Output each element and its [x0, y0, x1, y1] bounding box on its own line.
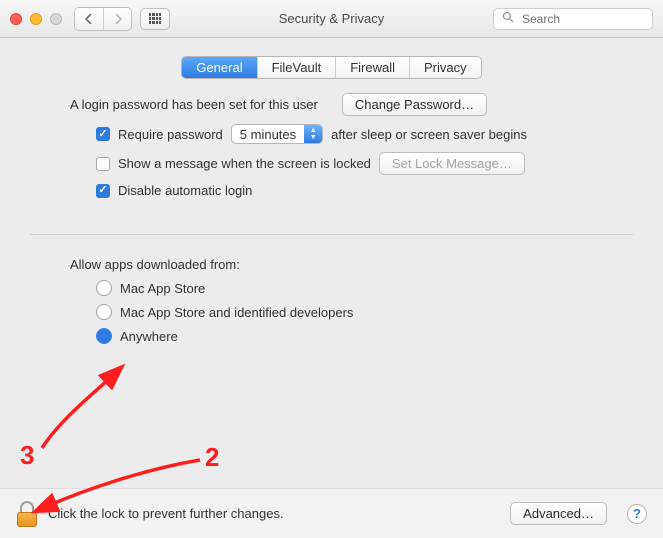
- stepper-icon: ▲▼: [304, 125, 322, 143]
- require-password-checkbox[interactable]: [96, 127, 110, 141]
- tab-firewall[interactable]: Firewall: [335, 57, 409, 78]
- show-message-label: Show a message when the screen is locked: [118, 156, 371, 171]
- annotation-number-2: 2: [205, 442, 219, 473]
- tab-general[interactable]: General: [182, 57, 256, 78]
- help-button[interactable]: ?: [627, 504, 647, 524]
- search-input[interactable]: [520, 11, 644, 27]
- lock-icon[interactable]: [16, 501, 38, 527]
- disable-auto-login-checkbox[interactable]: [96, 184, 110, 198]
- allow-apps-heading: Allow apps downloaded from:: [70, 257, 240, 272]
- window-title: Security & Privacy: [279, 11, 384, 26]
- window-titlebar: Security & Privacy: [0, 0, 663, 38]
- section-divider: [30, 234, 633, 235]
- radio-anywhere[interactable]: [96, 328, 112, 344]
- show-all-button[interactable]: [140, 8, 170, 30]
- search-field[interactable]: [493, 8, 653, 30]
- radio-identified-developers-label: Mac App Store and identified developers: [120, 305, 353, 320]
- password-delay-select[interactable]: 5 minutes ▲▼: [231, 124, 323, 144]
- require-password-suffix: after sleep or screen saver begins: [331, 127, 527, 142]
- forward-button[interactable]: [103, 8, 131, 30]
- grid-icon: [149, 13, 161, 25]
- tab-bar: General FileVault Firewall Privacy: [181, 56, 481, 79]
- footer-bar: Click the lock to prevent further change…: [0, 488, 663, 538]
- close-window-button[interactable]: [10, 13, 22, 25]
- show-message-checkbox[interactable]: [96, 157, 110, 171]
- traffic-lights: [10, 13, 62, 25]
- zoom-window-button[interactable]: [50, 13, 62, 25]
- tab-privacy[interactable]: Privacy: [409, 57, 481, 78]
- login-password-text: A login password has been set for this u…: [70, 97, 318, 112]
- radio-mac-app-store-label: Mac App Store: [120, 281, 205, 296]
- radio-mac-app-store[interactable]: [96, 280, 112, 296]
- require-password-prefix: Require password: [118, 127, 223, 142]
- change-password-button[interactable]: Change Password…: [342, 93, 487, 116]
- radio-identified-developers[interactable]: [96, 304, 112, 320]
- back-button[interactable]: [75, 8, 103, 30]
- minimize-window-button[interactable]: [30, 13, 42, 25]
- password-delay-value: 5 minutes: [232, 125, 304, 143]
- radio-anywhere-label: Anywhere: [120, 329, 178, 344]
- tab-filevault[interactable]: FileVault: [257, 57, 336, 78]
- nav-back-forward: [74, 7, 132, 31]
- search-icon: [502, 11, 514, 26]
- advanced-button[interactable]: Advanced…: [510, 502, 607, 525]
- lock-hint-text: Click the lock to prevent further change…: [48, 506, 284, 521]
- set-lock-message-button[interactable]: Set Lock Message…: [379, 152, 525, 175]
- annotation-number-3: 3: [20, 440, 34, 471]
- disable-auto-login-label: Disable automatic login: [118, 183, 252, 198]
